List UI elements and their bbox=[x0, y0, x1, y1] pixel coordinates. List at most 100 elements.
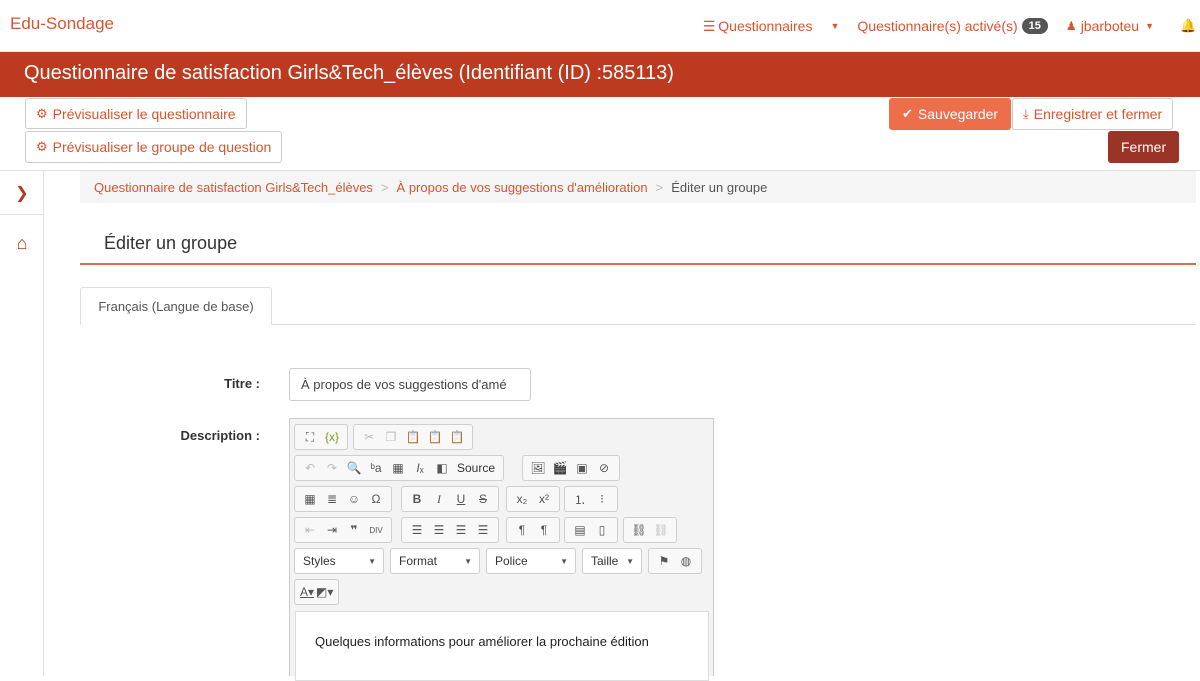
chevron-down-icon: ▼ bbox=[626, 556, 634, 566]
cut-icon[interactable]: ✂ bbox=[359, 427, 379, 447]
bold-icon[interactable]: B bbox=[407, 489, 427, 509]
remove-format-icon[interactable]: Iₓ bbox=[410, 458, 430, 478]
save-button[interactable]: ✔ Sauvegarder bbox=[889, 98, 1012, 130]
align-left-icon[interactable]: ☰ bbox=[407, 520, 427, 540]
smiley-icon[interactable]: ☺ bbox=[344, 489, 364, 509]
youtube-icon[interactable]: ▣ bbox=[572, 458, 592, 478]
format-select[interactable]: Format ▼ bbox=[390, 548, 480, 574]
close-button[interactable]: Fermer bbox=[1108, 131, 1180, 163]
bulleted-list-icon[interactable]: ⁝ bbox=[592, 489, 612, 509]
ltr-icon[interactable]: ¶ bbox=[512, 520, 532, 540]
gear-icon: ⚙ bbox=[36, 105, 48, 121]
templates-icon[interactable]: ▤ bbox=[570, 520, 590, 540]
underline-icon[interactable]: U bbox=[451, 489, 471, 509]
editor-group-edit: ↶ ↷ 🔍 ᵇa ▦ Iₓ ◧ Source bbox=[294, 455, 505, 481]
video-icon[interactable]: 🎬 bbox=[550, 458, 570, 478]
editor-group-script: x₂ x² bbox=[506, 486, 560, 512]
tab-border bbox=[272, 324, 1196, 325]
blockquote-icon[interactable]: ❞ bbox=[344, 520, 364, 540]
user-menu[interactable]: ♟ jbarboteu ▼ bbox=[1066, 18, 1154, 34]
rtl-icon[interactable]: ¶ bbox=[534, 520, 554, 540]
home-icon[interactable]: ⌂ bbox=[0, 221, 44, 265]
description-label: Description : bbox=[180, 428, 260, 443]
align-center-icon[interactable]: ☰ bbox=[429, 520, 449, 540]
format-label: Format bbox=[399, 554, 438, 568]
brand-logo[interactable]: Edu-Sondage bbox=[10, 14, 114, 34]
chevron-down-icon: ▼ bbox=[1145, 21, 1154, 31]
preview-group-button[interactable]: ⚙ Prévisualiser le groupe de question bbox=[25, 131, 283, 163]
editor-group-align: ☰ ☰ ☰ ☰ bbox=[401, 517, 499, 543]
table-icon[interactable]: ▦ bbox=[300, 489, 320, 509]
superscript-icon[interactable]: x² bbox=[534, 489, 554, 509]
chevron-down-icon: ▼ bbox=[830, 21, 840, 31]
paste-word-icon[interactable]: 📋 bbox=[447, 427, 467, 447]
active-count-badge: 15 bbox=[1021, 18, 1048, 34]
copy-icon[interactable]: ❐ bbox=[381, 427, 401, 447]
styles-select[interactable]: Styles ▼ bbox=[294, 548, 384, 574]
text-color-icon[interactable]: A▾ bbox=[300, 582, 314, 602]
description-editor: ⛶ {x} ✂ ❐ 📋 📋 📋 ↶ ↷ 🔍 ᵇa ▦ Iₓ ◧ Source 🖼… bbox=[289, 418, 714, 681]
size-select[interactable]: Taille ▼ bbox=[582, 548, 642, 574]
undo-icon[interactable]: ↶ bbox=[300, 458, 320, 478]
title-label: Titre : bbox=[224, 376, 260, 391]
editor-group-links: ⛓ ⛓ bbox=[623, 517, 677, 543]
align-justify-icon[interactable]: ☰ bbox=[473, 520, 493, 540]
outdent-icon[interactable]: ⇤ bbox=[300, 520, 320, 540]
editor-group-direction: ¶ ¶ bbox=[506, 517, 560, 543]
globe-icon[interactable]: ◍ bbox=[676, 551, 696, 571]
image-icon[interactable]: 🖼 bbox=[528, 458, 548, 478]
chevron-down-icon: ▼ bbox=[464, 556, 472, 566]
link-icon[interactable]: ⛓ bbox=[629, 520, 649, 540]
div-icon[interactable]: DIV bbox=[366, 520, 386, 540]
background-color-icon[interactable]: ◩▾ bbox=[316, 582, 333, 602]
editor-group-indent: ⇤ ⇥ ❞ DIV bbox=[294, 517, 392, 543]
save-close-icon: ⤓ bbox=[1023, 106, 1029, 121]
strikethrough-icon[interactable]: S bbox=[473, 489, 493, 509]
editor-group-language: ⚑ ◍ bbox=[648, 548, 702, 574]
questionnaires-menu[interactable]: ☰ Questionnaires ▼ bbox=[703, 18, 840, 35]
survey-title-bar: Questionnaire de satisfaction Girls&Tech… bbox=[0, 52, 1200, 97]
paste-icon[interactable]: 📋 bbox=[403, 427, 423, 447]
replace-icon[interactable]: ᵇa bbox=[366, 458, 386, 478]
preview-survey-label: Prévisualiser le questionnaire bbox=[52, 105, 236, 122]
font-select[interactable]: Police ▼ bbox=[486, 548, 576, 574]
unlink-icon[interactable]: ⛓ bbox=[651, 520, 671, 540]
chevron-right-icon[interactable]: ❯ bbox=[0, 171, 44, 215]
expression-icon[interactable]: {x} bbox=[322, 427, 342, 447]
source-icon[interactable]: ◧ bbox=[432, 458, 452, 478]
subscript-icon[interactable]: x₂ bbox=[512, 489, 532, 509]
italic-icon[interactable]: I bbox=[429, 489, 449, 509]
editor-group-insert: ▦ ≣ ☺ Ω bbox=[294, 486, 392, 512]
editor-group-lists: ⒈ ⁝ bbox=[564, 486, 618, 512]
source-button[interactable]: Source bbox=[454, 458, 498, 478]
bell-icon[interactable]: 🔔 bbox=[1180, 18, 1196, 34]
breadcrumb-group-link[interactable]: À propos de vos suggestions d'améliorati… bbox=[397, 180, 648, 195]
special-char-icon[interactable]: Ω bbox=[366, 489, 386, 509]
numbered-list-icon[interactable]: ⒈ bbox=[570, 489, 590, 509]
flag-icon[interactable]: ⚑ bbox=[654, 551, 674, 571]
document-icon[interactable]: ▯ bbox=[592, 520, 612, 540]
redo-icon[interactable]: ↷ bbox=[322, 458, 342, 478]
title-input[interactable]: À propos de vos suggestions d'amé bbox=[289, 368, 531, 401]
preview-survey-button[interactable]: ⚙ Prévisualiser le questionnaire bbox=[25, 98, 247, 129]
editor-group-colors: A▾ ◩▾ bbox=[294, 579, 340, 605]
breadcrumb-separator: > bbox=[380, 179, 389, 195]
find-icon[interactable]: 🔍 bbox=[344, 458, 364, 478]
active-surveys-link[interactable]: Questionnaire(s) activé(s) 15 bbox=[857, 18, 1048, 34]
breadcrumb-survey-link[interactable]: Questionnaire de satisfaction Girls&Tech… bbox=[94, 180, 373, 195]
save-close-button[interactable]: ⤓ Enregistrer et fermer bbox=[1012, 98, 1174, 130]
tab-french-base-language[interactable]: Français (Langue de base) bbox=[80, 287, 272, 325]
maximize-icon[interactable]: ⛶ bbox=[300, 427, 320, 447]
list-icon: ☰ bbox=[702, 17, 716, 34]
chevron-down-icon: ▼ bbox=[368, 556, 376, 566]
horizontal-rule-icon[interactable]: ≣ bbox=[322, 489, 342, 509]
size-label: Taille bbox=[591, 554, 619, 568]
flash-icon[interactable]: ⊘ bbox=[594, 458, 614, 478]
indent-icon[interactable]: ⇥ bbox=[322, 520, 342, 540]
editor-content-area[interactable]: Quelques informations pour améliorer la … bbox=[295, 611, 709, 681]
paste-text-icon[interactable]: 📋 bbox=[425, 427, 445, 447]
align-right-icon[interactable]: ☰ bbox=[451, 520, 471, 540]
editor-group-clipboard: ✂ ❐ 📋 📋 📋 bbox=[353, 424, 473, 450]
active-surveys-label: Questionnaire(s) activé(s) bbox=[857, 18, 1018, 34]
select-all-icon[interactable]: ▦ bbox=[388, 458, 408, 478]
